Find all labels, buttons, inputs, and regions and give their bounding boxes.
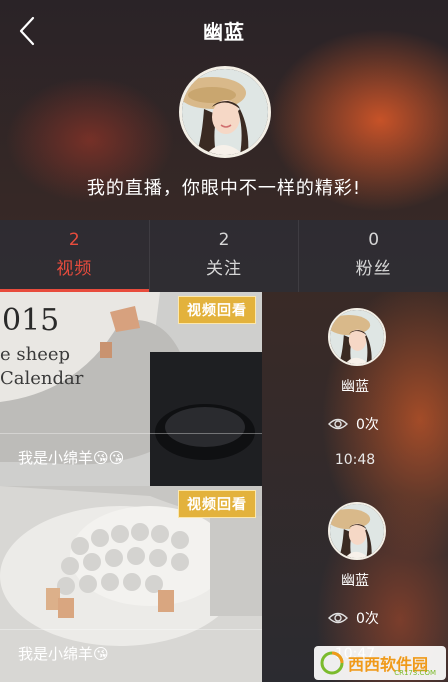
- thumb-sheep-text: e sheep: [0, 344, 70, 365]
- replay-badge: 视频回看: [178, 490, 256, 518]
- view-count-text: 0次: [356, 611, 379, 627]
- avatar-portrait-icon: [330, 310, 384, 364]
- video-time: 10:48: [334, 452, 376, 468]
- eye-icon: [328, 612, 348, 624]
- view-count: 0次: [328, 608, 379, 628]
- avatar-portrait-icon: [330, 504, 384, 558]
- tab-fans[interactable]: 0 粉丝: [299, 220, 448, 292]
- caption-divider: [0, 433, 262, 434]
- uploader-avatar[interactable]: [328, 308, 386, 366]
- tab-videos-label: 视频: [56, 259, 93, 279]
- thumb-calendar-text: Calendar: [0, 368, 84, 389]
- video-info: 幽蓝 0次 10:48: [262, 292, 448, 486]
- uploader-avatar[interactable]: [328, 502, 386, 560]
- replay-badge: 视频回看: [178, 296, 256, 324]
- video-thumbnail[interactable]: 视频回看 我是小绵羊😘: [0, 486, 262, 682]
- video-caption: 我是小绵羊😘😘: [18, 449, 125, 467]
- thumb-year-text: 015: [2, 303, 59, 338]
- site-watermark: 西西软件园 CR173.COM: [314, 646, 446, 680]
- avatar-portrait-icon: [182, 69, 268, 155]
- tab-fans-label: 粉丝: [355, 259, 392, 279]
- view-count: 0次: [328, 414, 379, 434]
- watermark-subtext: CR173.COM: [394, 669, 436, 677]
- eye-icon: [328, 418, 348, 430]
- video-caption: 我是小绵羊😘: [18, 645, 109, 663]
- tab-fans-count: 0: [368, 230, 380, 250]
- uploader-name: 幽蓝: [341, 573, 369, 589]
- uploader-name: 幽蓝: [341, 379, 369, 395]
- page-title: 幽蓝: [203, 20, 245, 44]
- tab-videos[interactable]: 2 视频: [0, 220, 150, 292]
- video-thumbnail[interactable]: 015 e sheep Calendar 视频回看 我是小绵羊😘😘: [0, 292, 262, 486]
- tab-following[interactable]: 2 关注: [150, 220, 300, 292]
- tab-videos-count: 2: [68, 230, 80, 250]
- profile-header: 幽蓝 我的直播，你眼中不一样的精彩!: [0, 0, 448, 220]
- tab-following-count: 2: [218, 230, 230, 250]
- tab-following-label: 关注: [206, 259, 242, 279]
- video-list-item[interactable]: 015 e sheep Calendar 视频回看 我是小绵羊😘😘 幽蓝 0次 …: [0, 292, 448, 486]
- view-count-text: 0次: [356, 417, 379, 433]
- watermark-logo-icon: [320, 651, 344, 675]
- profile-slogan: 我的直播，你眼中不一样的精彩!: [86, 178, 362, 199]
- caption-divider: [0, 629, 262, 630]
- profile-avatar[interactable]: [179, 66, 271, 158]
- profile-tabs: 2 视频 2 关注 0 粉丝: [0, 220, 448, 292]
